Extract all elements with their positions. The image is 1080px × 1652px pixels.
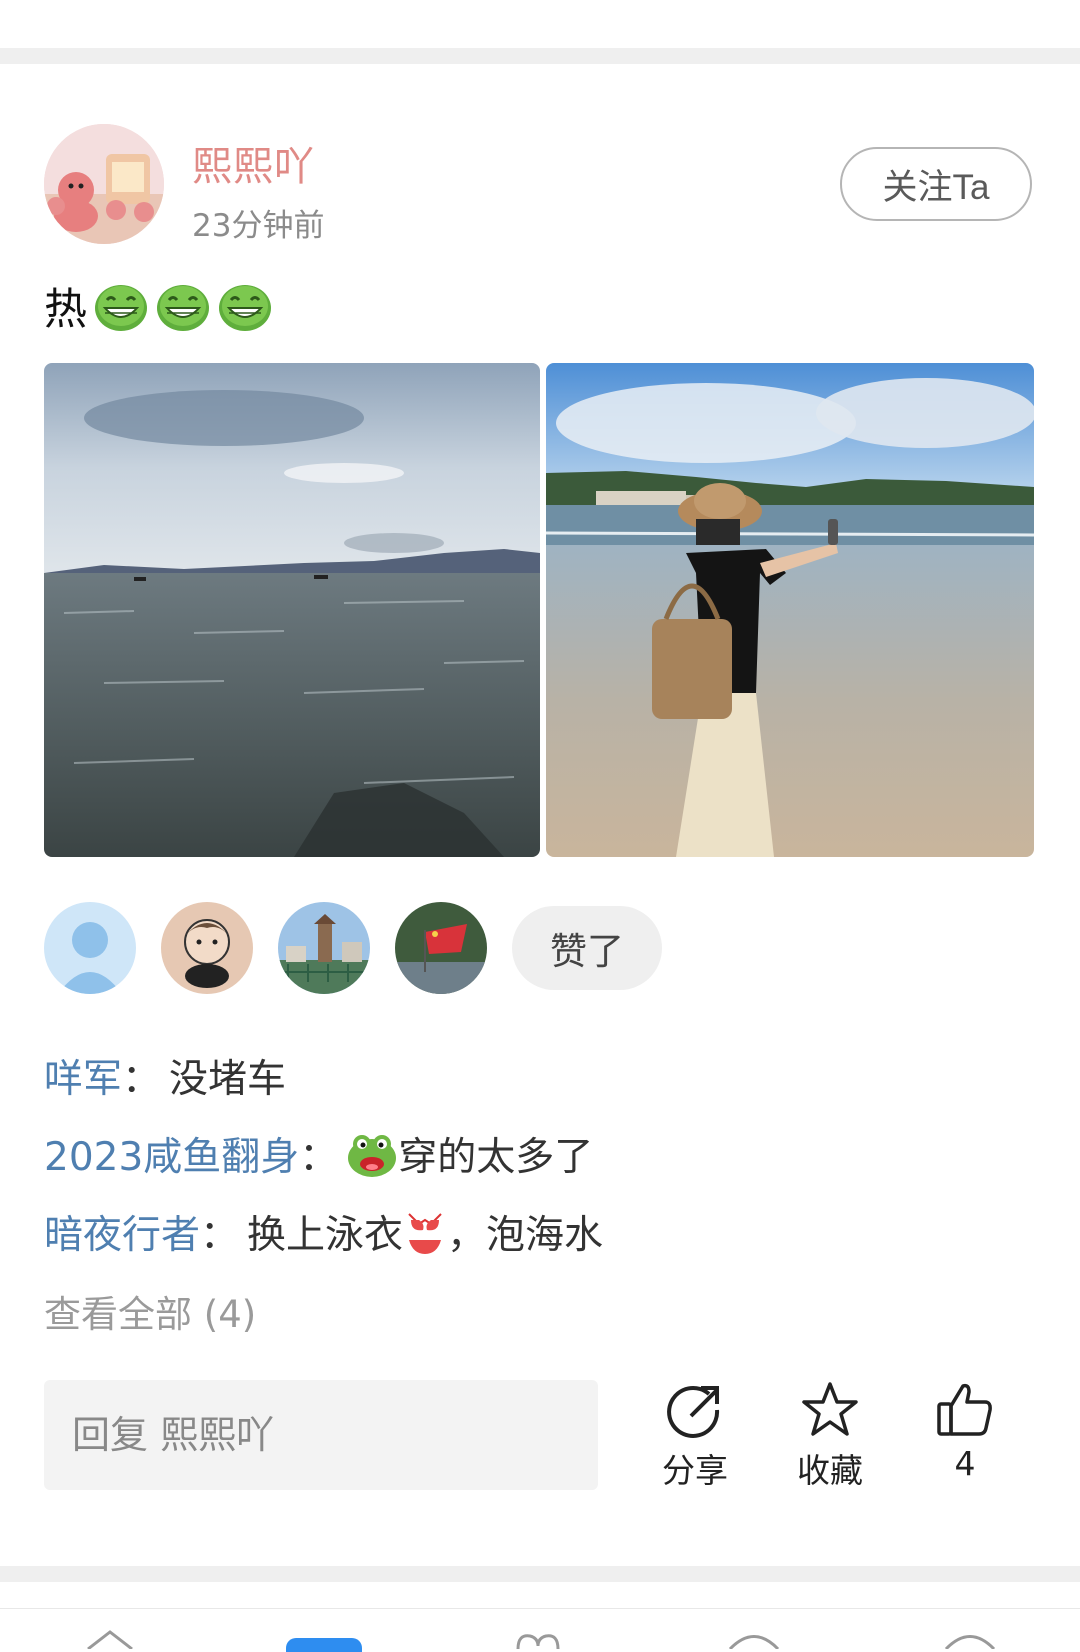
comment-user[interactable]: 2023咸鱼翻身 bbox=[44, 1126, 299, 1182]
profile-icon[interactable] bbox=[940, 1630, 1000, 1649]
comment-item[interactable]: 咩军 ： 没堵车 bbox=[44, 1046, 286, 1106]
like-button[interactable]: 4 bbox=[910, 1380, 1020, 1483]
comment-text: 没堵车 bbox=[169, 1057, 287, 1102]
bikini-icon bbox=[408, 1213, 442, 1254]
post-text: 热 bbox=[44, 285, 87, 335]
grin-face-icon bbox=[219, 285, 271, 331]
comment-item[interactable]: 暗夜行者 ： 换上泳衣 ，泡海水 bbox=[44, 1202, 603, 1262]
author-name[interactable]: 熙熙吖 bbox=[192, 134, 315, 192]
comment-separator: ： bbox=[122, 1057, 162, 1102]
favorite-button[interactable]: 收藏 bbox=[775, 1380, 885, 1492]
liker-avatar[interactable] bbox=[395, 902, 487, 994]
liker-avatar[interactable] bbox=[44, 902, 136, 994]
message-icon[interactable] bbox=[724, 1630, 784, 1649]
frog-sticker-icon bbox=[348, 1135, 397, 1177]
comment-item[interactable]: 2023咸鱼翻身 ： 穿的太多了 bbox=[44, 1124, 593, 1184]
active-tab-icon[interactable] bbox=[286, 1638, 362, 1652]
comment-user[interactable]: 暗夜行者 bbox=[44, 1204, 200, 1260]
post-timestamp: 23分钟前 bbox=[192, 208, 325, 244]
bottom-nav-border bbox=[0, 1608, 1080, 1609]
home-icon[interactable] bbox=[80, 1630, 140, 1649]
liker-avatar[interactable] bbox=[278, 902, 370, 994]
section-divider bbox=[0, 1566, 1080, 1582]
share-label: 分享 bbox=[662, 1451, 728, 1490]
beach-selfie-photo[interactable] bbox=[546, 363, 1034, 857]
comment-separator: ： bbox=[200, 1213, 240, 1258]
grin-face-icon bbox=[95, 285, 147, 331]
follow-button[interactable]: 关注Ta bbox=[840, 147, 1032, 221]
comment-user[interactable]: 咩军 bbox=[44, 1048, 122, 1104]
star-icon bbox=[802, 1382, 858, 1436]
view-all-comments-link[interactable]: 查看全部 (4) bbox=[44, 1284, 256, 1338]
favorite-label: 收藏 bbox=[797, 1451, 863, 1490]
comment-text: ，泡海水 bbox=[447, 1213, 604, 1258]
grin-face-icon bbox=[157, 285, 209, 331]
liker-avatar[interactable] bbox=[161, 902, 253, 994]
share-icon bbox=[667, 1385, 720, 1438]
comment-separator: ： bbox=[299, 1135, 339, 1180]
share-button[interactable]: 分享 bbox=[640, 1380, 750, 1492]
comment-text: 穿的太多了 bbox=[398, 1135, 594, 1180]
heart-icon[interactable] bbox=[508, 1630, 568, 1649]
liked-button[interactable]: 赞了 bbox=[512, 906, 662, 990]
reply-input[interactable] bbox=[44, 1380, 598, 1490]
post-content: 热 bbox=[44, 276, 273, 336]
thumbs-up-icon bbox=[937, 1383, 992, 1436]
sea-photo[interactable] bbox=[44, 363, 540, 857]
like-count: 4 bbox=[954, 1444, 976, 1483]
comment-text: 换上泳衣 bbox=[247, 1213, 404, 1258]
section-divider bbox=[0, 48, 1080, 64]
author-avatar[interactable] bbox=[44, 124, 164, 244]
